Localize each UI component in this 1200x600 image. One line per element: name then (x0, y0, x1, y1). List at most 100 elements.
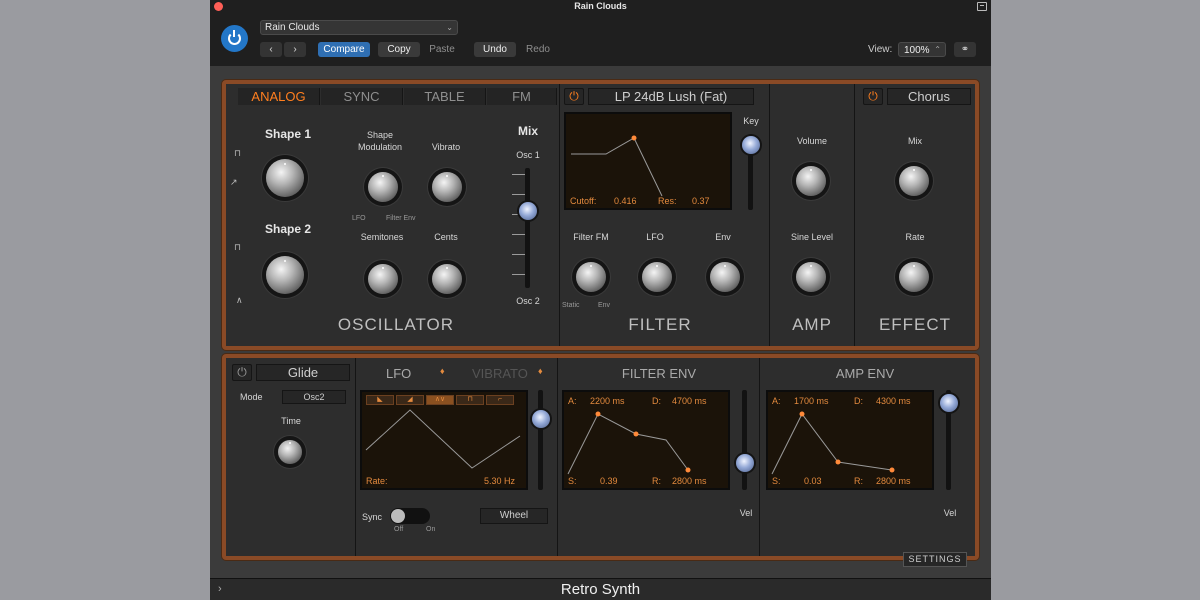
effect-type-menu[interactable]: Chorus (887, 88, 971, 105)
filter-lfo-label: LFO (646, 232, 664, 242)
amp-env-display[interactable]: A: 1700 ms D: 4300 ms S: 0.03 R: 2800 ms (766, 390, 934, 490)
glide-mode-label: Mode (240, 392, 263, 402)
filter-env-knob[interactable] (710, 262, 740, 292)
cents-knob[interactable] (432, 264, 462, 294)
tab-sync[interactable]: SYNC (321, 88, 403, 105)
lfo-wave-square[interactable]: ⊓ (456, 395, 484, 405)
glide-mode-select[interactable]: Osc2 (282, 390, 346, 404)
filter-env-label: Filter Env (386, 215, 416, 222)
title-bar: Rain Clouds (210, 0, 991, 14)
view-zoom-value: 100% (904, 45, 930, 56)
aenv-d-value: 4300 ms (876, 396, 911, 406)
lfo-wave-saw-up[interactable]: ◢ (396, 395, 424, 405)
filter-title: FILTER (628, 315, 692, 334)
link-button[interactable]: ⚭ (954, 42, 976, 57)
vibrato-knob[interactable] (432, 172, 462, 202)
glide-power-button[interactable]: ⏻ (232, 364, 252, 381)
window-title: Rain Clouds (574, 1, 627, 11)
retro-synth-window: Rain Clouds Rain Clouds ⌄ ‹ › Compare Cop… (210, 0, 991, 600)
compare-button[interactable]: Compare (318, 42, 370, 57)
wheel-button[interactable]: Wheel (480, 508, 548, 524)
aenv-a-label: A: (772, 396, 781, 406)
lfo-display[interactable]: ◣ ◢ ∧∨ ⊓ ⌐ Rate: 5.30 Hz (360, 390, 528, 490)
paste-button[interactable]: Paste (422, 42, 462, 57)
amp-env-vel-slider-thumb[interactable] (940, 394, 958, 412)
next-preset-button[interactable]: › (284, 42, 306, 57)
window-mode-icon[interactable] (977, 2, 987, 11)
amp-section: Volume Sine Level AMP (770, 84, 855, 346)
shape-mod-label-1: Shape (366, 130, 394, 140)
settings-button[interactable]: SETTINGS (903, 552, 967, 567)
filter-env-label: Env (715, 232, 731, 242)
lfo-rate-label: Rate: (366, 476, 388, 486)
filter-lfo-knob[interactable] (642, 262, 672, 292)
sync-off-label: Off (394, 526, 404, 533)
amp-env-title: AMP ENV (835, 366, 895, 381)
key-slider-thumb[interactable] (742, 136, 760, 154)
plugin-name: Retro Synth (560, 581, 641, 598)
lfo-wave-triangle[interactable]: ∧∨ (426, 395, 454, 405)
copy-button[interactable]: Copy (378, 42, 420, 57)
mix-slider-thumb[interactable] (519, 202, 537, 220)
filter-env-title: FILTER ENV (621, 366, 697, 381)
filter-env-vel-slider-track[interactable] (742, 390, 747, 490)
stepper-icon: ⌃ (934, 45, 941, 54)
lfo-wave-random[interactable]: ⌐ (486, 395, 514, 405)
lfo-mod-icon: ♦ (440, 366, 445, 376)
mix-slider-track[interactable] (525, 168, 530, 288)
sine-level-label: Sine Level (790, 232, 834, 242)
view-zoom-select[interactable]: 100% ⌃ (898, 42, 946, 57)
cutoff-label: Cutoff: (570, 196, 597, 206)
filter-power-button[interactable]: ⏻ (564, 88, 584, 105)
preset-name: Rain Clouds (265, 22, 320, 33)
semitones-knob[interactable] (368, 264, 398, 294)
oscillator-title: OSCILLATOR (337, 315, 455, 334)
tab-fm[interactable]: FM (487, 88, 557, 105)
lfo-amount-slider-track[interactable] (538, 390, 543, 490)
fenv-r-value: 2800 ms (672, 476, 707, 486)
shape2-knob[interactable] (266, 256, 304, 294)
effect-mix-knob[interactable] (899, 166, 929, 196)
shape-modulation-knob[interactable] (368, 172, 398, 202)
plugin-power-button[interactable] (221, 25, 248, 52)
sine-level-knob[interactable] (796, 262, 826, 292)
effect-rate-label: Rate (905, 232, 925, 242)
power-icon (228, 30, 241, 45)
aenv-d-label: D: (854, 396, 863, 406)
top-panel: ANALOG SYNC TABLE FM Shape 1 Shape 2 ⊓ ↗… (222, 80, 979, 350)
lfo-amount-slider-thumb[interactable] (532, 410, 550, 428)
lfo-wave-saw-down[interactable]: ◣ (366, 395, 394, 405)
sync-on-label: On (426, 526, 436, 533)
previous-preset-button[interactable]: ‹ (260, 42, 282, 57)
effect-power-button[interactable]: ⏻ (863, 88, 883, 105)
aenv-s-value: 0.03 (804, 476, 822, 486)
filter-display[interactable]: Cutoff: 0.416 Res: 0.37 (564, 112, 732, 210)
glide-time-label: Time (281, 416, 301, 426)
aenv-r-value: 2800 ms (876, 476, 911, 486)
filter-fm-knob[interactable] (576, 262, 606, 292)
aenv-r-label: R: (854, 476, 863, 486)
filter-type-menu[interactable]: LP 24dB Lush (Fat) (588, 88, 754, 105)
tab-lfo[interactable]: LFO (386, 366, 411, 381)
undo-button[interactable]: Undo (474, 42, 516, 57)
fenv-s-value: 0.39 (600, 476, 618, 486)
amp-env-section: AMP ENV A: 1700 ms D: 4300 ms S: 0.03 R: (760, 358, 975, 556)
tab-table[interactable]: TABLE (404, 88, 486, 105)
effect-rate-knob[interactable] (899, 262, 929, 292)
volume-knob[interactable] (796, 166, 826, 196)
osc1-label: Osc 1 (516, 150, 540, 160)
vibrato-mod-icon: ♦ (538, 366, 543, 376)
sync-toggle[interactable] (390, 508, 430, 524)
glide-section: ⏻ Glide Mode Osc2 Time (226, 358, 356, 556)
tab-analog[interactable]: ANALOG (238, 88, 320, 105)
filter-env-vel-slider-thumb[interactable] (736, 454, 754, 472)
redo-button[interactable]: Redo (518, 42, 558, 57)
glide-time-knob[interactable] (278, 440, 302, 464)
bottom-panel: ⏻ Glide Mode Osc2 Time LFO ♦ VIBRATO ♦ ◣… (222, 354, 979, 560)
filter-env-display[interactable]: A: 2200 ms D: 4700 ms S: 0.39 R: 2800 ms (562, 390, 730, 490)
effect-mix-label: Mix (908, 136, 922, 146)
preset-menu[interactable]: Rain Clouds ⌄ (260, 20, 458, 35)
tab-vibrato[interactable]: VIBRATO (472, 366, 528, 381)
lfo-section: LFO ♦ VIBRATO ♦ ◣ ◢ ∧∨ ⊓ ⌐ Rate: 5.30 Hz (356, 358, 558, 556)
shape1-knob[interactable] (266, 159, 304, 197)
